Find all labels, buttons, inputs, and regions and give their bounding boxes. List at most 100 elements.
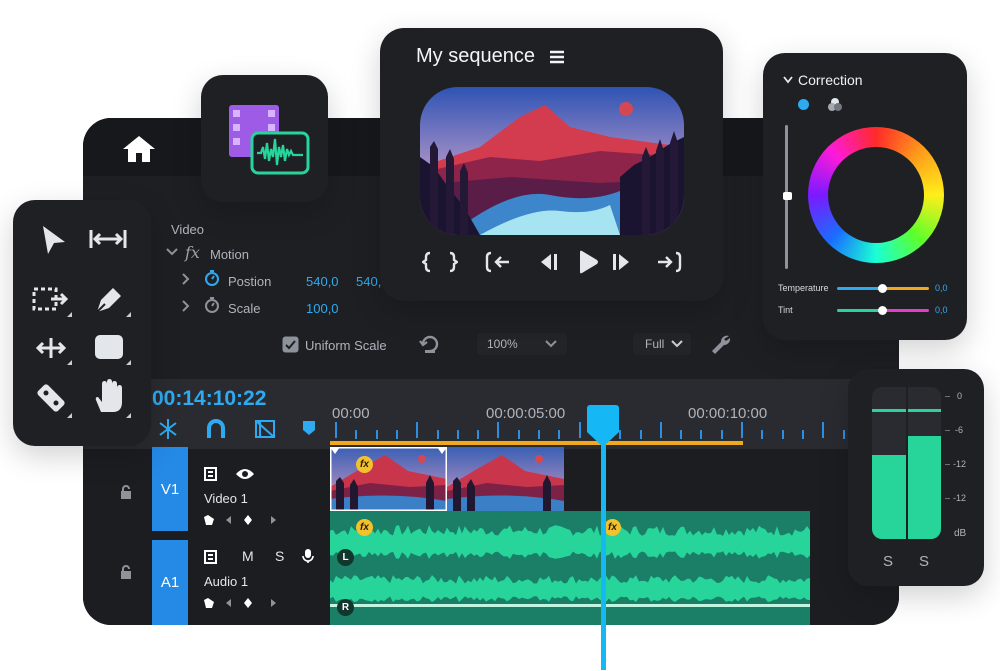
ruler-tick — [538, 430, 540, 439]
audio-clip[interactable]: fx fx L R — [330, 511, 810, 625]
fx-badge[interactable]: fx — [356, 456, 373, 473]
keyframe-nav[interactable] — [202, 514, 277, 526]
ruler-tick — [558, 430, 561, 439]
ruler-tick — [801, 430, 804, 439]
tint-slider-handle[interactable] — [878, 306, 887, 315]
go-to-in-icon[interactable] — [485, 251, 511, 273]
rectangle-tool-icon[interactable] — [93, 333, 125, 361]
ruler-label-0: 00:00 — [332, 405, 370, 422]
temperature-slider-handle[interactable] — [878, 284, 887, 293]
tools-panel — [13, 200, 151, 446]
mute-button[interactable]: M — [242, 548, 254, 564]
program-monitor: My sequence — [380, 28, 723, 301]
quality-select[interactable]: Full — [633, 333, 691, 355]
razor-tool-icon[interactable] — [33, 380, 69, 416]
eye-icon[interactable] — [235, 467, 255, 481]
video-preview[interactable] — [420, 87, 684, 235]
motion-label: Motion — [210, 247, 250, 262]
audio-track-name: Audio 1 — [204, 574, 249, 589]
position-x-value[interactable]: 540,0 — [306, 274, 339, 289]
chevron-right-icon[interactable] — [181, 273, 191, 285]
tool-flyout-indicator — [67, 413, 72, 418]
ruler-tick — [335, 422, 337, 438]
track-select-tool-icon[interactable] — [89, 228, 127, 250]
step-back-icon[interactable] — [537, 252, 559, 272]
ruler-tick — [477, 430, 480, 439]
chevron-down-icon[interactable] — [783, 76, 793, 84]
lock-icon[interactable] — [120, 565, 132, 579]
work-area-bar[interactable] — [330, 441, 743, 445]
film-icon[interactable] — [204, 467, 220, 481]
marker-icon[interactable] — [302, 420, 316, 436]
playhead-handle[interactable] — [586, 404, 620, 448]
ruler-tick — [578, 422, 581, 438]
ripple-edit-tool-icon[interactable] — [31, 286, 71, 312]
snap-magnet-icon[interactable] — [205, 418, 227, 440]
uniform-scale-checkbox[interactable] — [282, 336, 299, 353]
ruler-tick — [720, 430, 723, 439]
single-color-mode[interactable] — [798, 99, 809, 110]
waveform — [330, 525, 810, 607]
chevron-down-icon — [545, 340, 557, 348]
hand-tool-icon[interactable] — [93, 378, 125, 414]
play-icon[interactable] — [576, 249, 600, 275]
meter-tick — [945, 430, 950, 431]
film-icon[interactable] — [204, 550, 220, 564]
stopwatch-icon[interactable] — [204, 296, 220, 313]
media-tile[interactable] — [201, 75, 328, 202]
menu-icon[interactable] — [549, 50, 565, 64]
lock-icon[interactable] — [120, 485, 132, 499]
solo-right-button[interactable]: S — [919, 553, 929, 570]
scale-value[interactable]: 100,0 — [306, 301, 339, 316]
solo-button[interactable]: S — [275, 548, 284, 564]
video-track-name: Video 1 — [204, 491, 248, 506]
fx-badge[interactable]: fx — [356, 519, 373, 536]
home-icon[interactable] — [121, 134, 157, 164]
meter-scale-3: -12 — [953, 493, 967, 503]
temperature-value[interactable]: 0,0 — [935, 283, 948, 293]
chevron-down-icon[interactable] — [165, 246, 179, 258]
slip-tool-icon[interactable] — [34, 336, 68, 360]
position-y-value[interactable]: 540, — [356, 274, 381, 289]
track-id-a1[interactable]: A1 — [152, 540, 188, 625]
ruler-tick — [375, 430, 378, 439]
linked-selection-icon[interactable] — [254, 418, 276, 440]
sequence-title: My sequence — [416, 45, 535, 67]
timecode[interactable]: 00:14:10:22 — [152, 387, 266, 411]
reset-icon[interactable] — [419, 334, 441, 354]
multi-color-mode-icon[interactable] — [827, 97, 843, 112]
selection-tool-icon[interactable] — [40, 224, 68, 256]
chevron-right-icon[interactable] — [181, 300, 191, 312]
effects-section-label: Video — [171, 222, 205, 237]
keyframe-nav[interactable] — [202, 597, 277, 609]
tint-label: Tint — [778, 305, 793, 315]
ripple-icon[interactable] — [157, 418, 179, 440]
ruler-label-1: 00:00:05:00 — [486, 405, 566, 422]
fx-badge[interactable]: fx — [604, 519, 621, 536]
tint-value[interactable]: 0,0 — [935, 305, 948, 315]
temperature-label: Temperature — [778, 283, 829, 293]
track-id-v1[interactable]: V1 — [152, 447, 188, 531]
fx-icon: fx — [185, 243, 200, 262]
luma-slider-handle[interactable] — [783, 192, 792, 200]
stopwatch-icon[interactable] — [204, 269, 220, 286]
meter-scale-0: 0 — [957, 391, 963, 401]
pen-tool-icon[interactable] — [91, 282, 125, 316]
step-forward-icon[interactable] — [611, 252, 633, 272]
meter-bar-left — [872, 455, 906, 539]
ruler-tick — [395, 430, 398, 439]
meter-scale-2: -12 — [953, 459, 967, 469]
playhead-line[interactable] — [601, 425, 606, 670]
microphone-icon[interactable] — [302, 548, 314, 564]
zoom-select[interactable]: 100% — [477, 333, 567, 355]
mark-in-out-icon[interactable] — [422, 251, 458, 273]
tool-flyout-indicator — [67, 312, 72, 317]
color-wheel[interactable] — [808, 127, 944, 263]
meter-tick — [945, 498, 950, 499]
wrench-icon[interactable] — [709, 332, 733, 356]
go-to-out-icon[interactable] — [656, 251, 682, 273]
tool-flyout-indicator — [67, 360, 72, 365]
right-channel-badge: R — [337, 599, 354, 616]
solo-left-button[interactable]: S — [883, 553, 893, 570]
quality-value: Full — [645, 337, 665, 351]
